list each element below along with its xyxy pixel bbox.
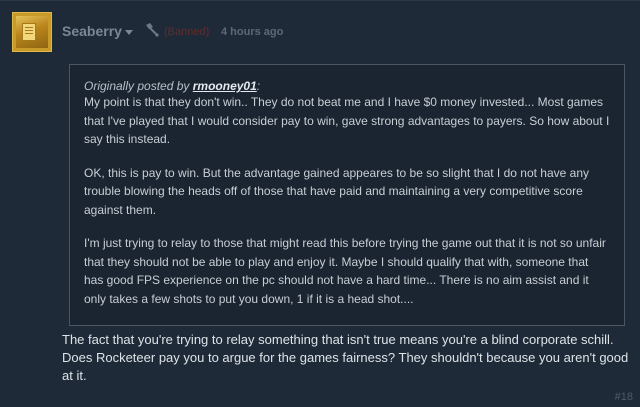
quote-paragraph: My point is that they don't win.. They d… <box>84 95 610 146</box>
forum-post: Seaberry (Banned) 4 hours ago Originally… <box>0 0 640 407</box>
quote-suffix: : <box>256 79 261 93</box>
quote-block: Originally posted by rmooney01: My point… <box>69 64 625 326</box>
banned-status: (Banned) <box>164 26 210 38</box>
chevron-down-icon[interactable] <box>125 30 133 35</box>
author-name[interactable]: Seaberry <box>62 23 122 39</box>
quote-header: Originally posted by rmooney01: <box>84 79 610 93</box>
post-number[interactable]: #18 <box>615 391 633 403</box>
quote-author-link[interactable]: rmooney01 <box>193 79 257 93</box>
book-icon <box>22 23 36 41</box>
quote-paragraph: I'm just trying to relay to those that m… <box>84 236 606 306</box>
quote-paragraph: OK, this is pay to win. But the advantag… <box>84 165 589 217</box>
quote-prefix: Originally posted by <box>84 79 193 93</box>
flag-icon[interactable] <box>144 23 160 37</box>
post-timestamp: 4 hours ago <box>221 26 284 38</box>
avatar[interactable] <box>12 12 52 52</box>
post-body: The fact that you're trying to relay som… <box>62 332 629 383</box>
